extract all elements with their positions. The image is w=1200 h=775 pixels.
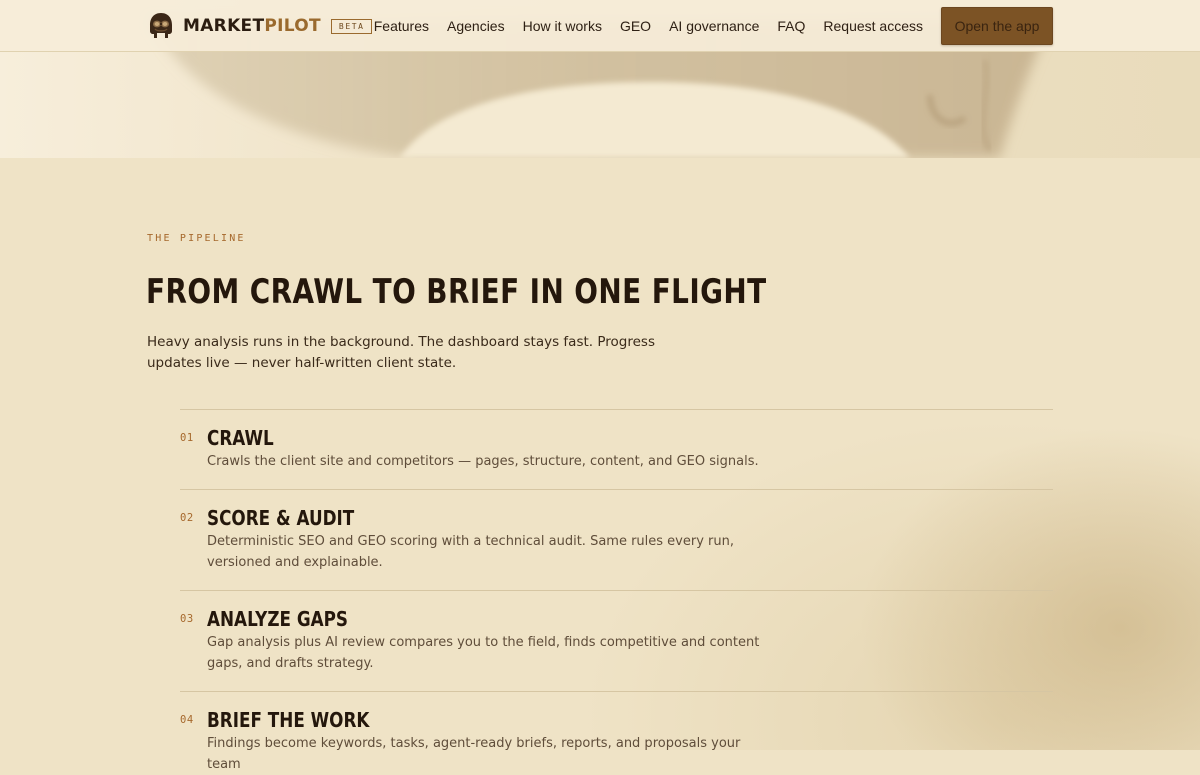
step-number: 02 — [180, 512, 194, 524]
step-number: 04 — [180, 714, 194, 726]
step-title: BRIEF THE WORK — [207, 708, 370, 732]
nav-link-faq[interactable]: FAQ — [777, 18, 805, 34]
nav-link-agencies[interactable]: Agencies — [447, 18, 505, 34]
primary-nav: Features Agencies How it works GEO AI go… — [374, 0, 923, 52]
section-eyebrow: THE PIPELINE — [147, 233, 246, 244]
nav-link-ai-governance[interactable]: AI governance — [669, 18, 759, 34]
aviator-helmet-icon — [150, 13, 172, 38]
pipeline-step: 03 ANALYZE GAPS Gap analysis plus AI rev… — [180, 590, 1053, 691]
nav-link-features[interactable]: Features — [374, 18, 429, 34]
step-description: Deterministic SEO and GEO scoring with a… — [207, 534, 734, 570]
nav-link-request-access[interactable]: Request access — [823, 18, 923, 34]
step-description: Crawls the client site and competitors —… — [207, 454, 759, 469]
brand-logo-link[interactable]: MARKETPILOT BETA — [148, 12, 372, 40]
pipeline-section: THE PIPELINE FROM CRAWL TO BRIEF IN ONE … — [0, 158, 1200, 772]
section-lead: Heavy analysis runs in the background. T… — [147, 334, 655, 371]
step-number: 03 — [180, 613, 194, 625]
step-title: ANALYZE GAPS — [207, 607, 349, 631]
pipeline-step: 02 SCORE & AUDIT Deterministic SEO and G… — [180, 489, 1053, 590]
beta-badge: BETA — [330, 18, 372, 34]
step-description: Findings become keywords, tasks, agent-r… — [207, 736, 741, 772]
brand-name: MARKETPILOT — [183, 16, 321, 36]
pipeline-step: 04 BRIEF THE WORK Findings become keywor… — [180, 691, 1053, 772]
nav-link-geo[interactable]: GEO — [620, 18, 651, 34]
nav-link-how-it-works[interactable]: How it works — [523, 18, 602, 34]
step-title: CRAWL — [207, 426, 274, 450]
step-description: Gap analysis plus AI review compares you… — [207, 635, 760, 671]
pipeline-step: 01 CRAWL Crawls the client site and comp… — [180, 409, 1053, 489]
step-number: 01 — [180, 432, 194, 444]
pipeline-steps: 01 CRAWL Crawls the client site and comp… — [180, 409, 1053, 772]
section-headline: FROM CRAWL TO BRIEF IN ONE FLIGHT — [146, 272, 767, 312]
step-title: SCORE & AUDIT — [207, 506, 355, 530]
open-app-button[interactable]: Open the app — [941, 7, 1053, 45]
site-header: MARKETPILOT BETA Features Agencies How i… — [0, 0, 1200, 52]
